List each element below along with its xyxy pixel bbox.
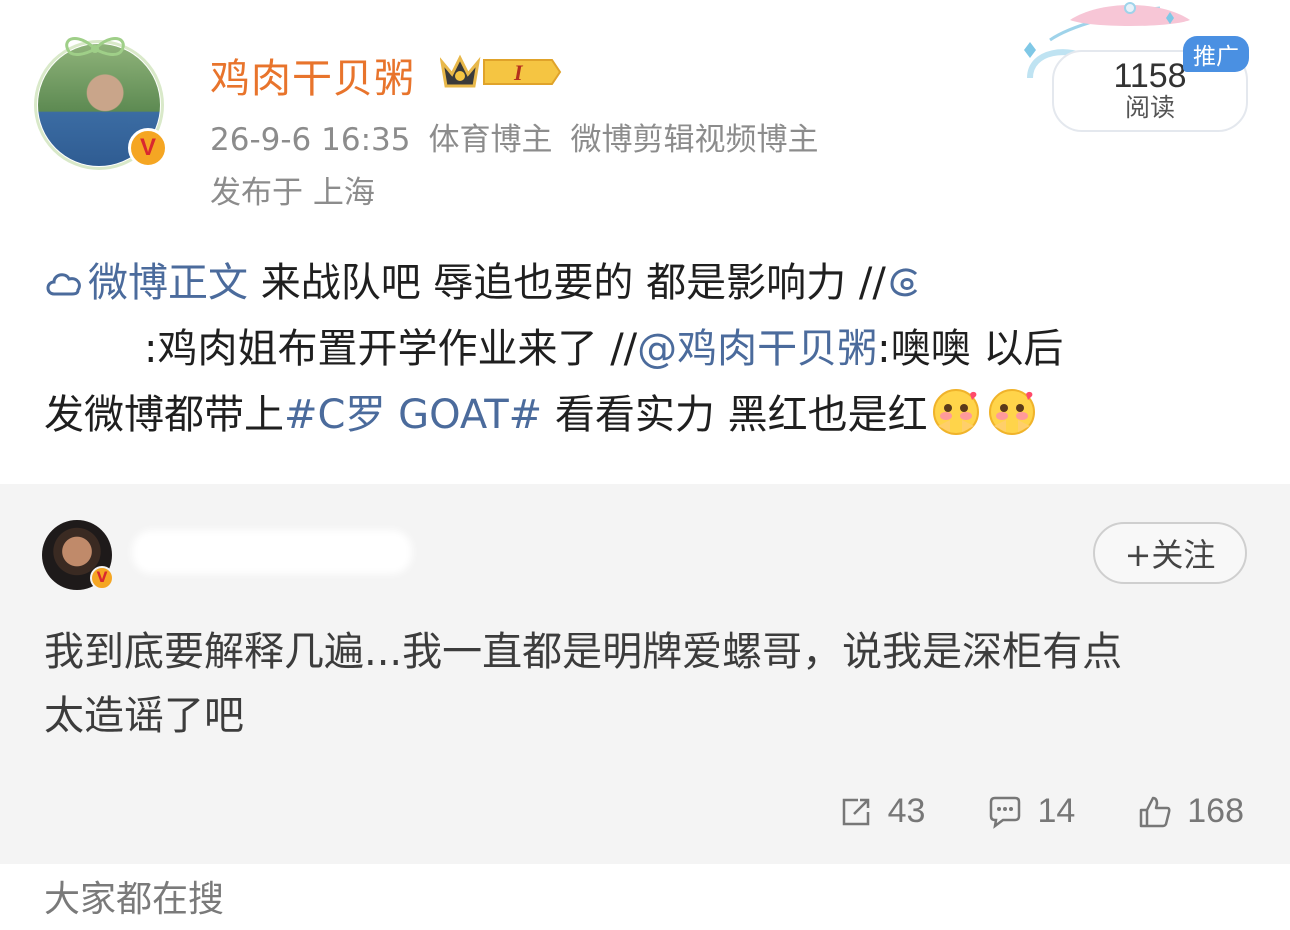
cloud-icon xyxy=(46,273,81,296)
blush-emoji-icon xyxy=(988,389,1035,435)
comment-text-line-2: 太造谣了吧 xyxy=(44,693,244,739)
post-meta: 26-9-6 16:35 体育博主 微博剪辑视频博主 xyxy=(210,114,836,159)
like-count: 168 xyxy=(1187,792,1244,830)
tag-sports-blogger: 体育博主 xyxy=(428,122,553,158)
comment-actions: 43 14 168 xyxy=(776,792,1244,831)
redacted-username xyxy=(44,331,144,371)
blush-emoji-icon xyxy=(932,389,979,435)
like-icon xyxy=(1140,796,1171,827)
bow-decoration-icon xyxy=(65,37,125,57)
body-text-3: 发微博都带上 xyxy=(44,392,284,438)
repost-button[interactable]: 43 xyxy=(838,792,926,831)
comment-text-line-1: 我到底要解释几遍...我一直都是明牌爱螺哥，说我是深柜有点 xyxy=(44,629,1123,675)
comment-button[interactable]: 14 xyxy=(987,792,1075,831)
repost-icon xyxy=(842,798,869,825)
post-body-line-1: 微博正文 来战队吧 辱追也要的 都是影响力 // xyxy=(44,250,1254,316)
post-timestamp: 26-9-6 16:35 xyxy=(210,122,411,158)
author-avatar[interactable]: V xyxy=(34,37,168,170)
crown-icon: I xyxy=(440,54,562,88)
post-body-line-3: 发微博都带上#C罗 GOAT# 看看实力 黑红也是红 xyxy=(44,382,1254,448)
repost-count: 43 xyxy=(887,792,926,830)
body-text-2: :鸡肉姐布置开学作业来了 // xyxy=(144,326,638,372)
redacted-commenter-name xyxy=(132,530,412,574)
weibo-body-link[interactable]: 微博正文 xyxy=(88,260,248,306)
mention-link[interactable]: @鸡肉干贝粥 xyxy=(637,326,877,372)
verified-v-icon: V xyxy=(90,566,114,590)
post-body: 微博正文 来战队吧 辱追也要的 都是影响力 // :鸡肉姐布置开学作业来了 //… xyxy=(44,250,1254,448)
trending-search-label: 大家都在搜 xyxy=(44,879,225,920)
comment-text: 我到底要解释几遍...我一直都是明牌爱螺哥，说我是深柜有点 太造谣了吧 xyxy=(44,620,1254,748)
hashtag-link[interactable]: #C罗 GOAT# xyxy=(284,392,542,438)
like-button[interactable]: 168 xyxy=(1137,792,1244,831)
post-header: V 鸡肉干贝粥 I 26-9-6 16:35 体育博主 微博剪辑视频博主 发布于 上… xyxy=(0,0,1290,230)
follow-button[interactable]: +关注 xyxy=(1093,522,1247,584)
body-text-2-tail: :噢噢 以后 xyxy=(877,326,1064,372)
level-label: I xyxy=(513,60,524,85)
author-name[interactable]: 鸡肉干贝粥 xyxy=(210,46,415,104)
body-text-3-tail: 看看实力 黑红也是红 xyxy=(542,392,928,438)
tag-video-blogger: 微博剪辑视频博主 xyxy=(570,122,819,158)
verified-v-icon: V xyxy=(128,128,168,168)
comment-icon xyxy=(990,796,1021,829)
comment-card[interactable]: V +关注 我到底要解释几遍...我一直都是明牌爱螺哥，说我是深柜有点 太造谣了… xyxy=(0,484,1290,864)
comment-count: 14 xyxy=(1037,792,1076,830)
post-location: 发布于 上海 xyxy=(210,175,375,211)
at-swirl-icon[interactable] xyxy=(886,262,926,302)
body-text-1: 来战队吧 辱追也要的 都是影响力 // xyxy=(248,260,886,306)
read-label: 阅读 xyxy=(1124,93,1175,122)
ad-tag: 推广 xyxy=(1183,36,1249,72)
post-body-line-2: :鸡肉姐布置开学作业来了 //@鸡肉干贝粥:噢噢 以后 xyxy=(44,316,1254,382)
